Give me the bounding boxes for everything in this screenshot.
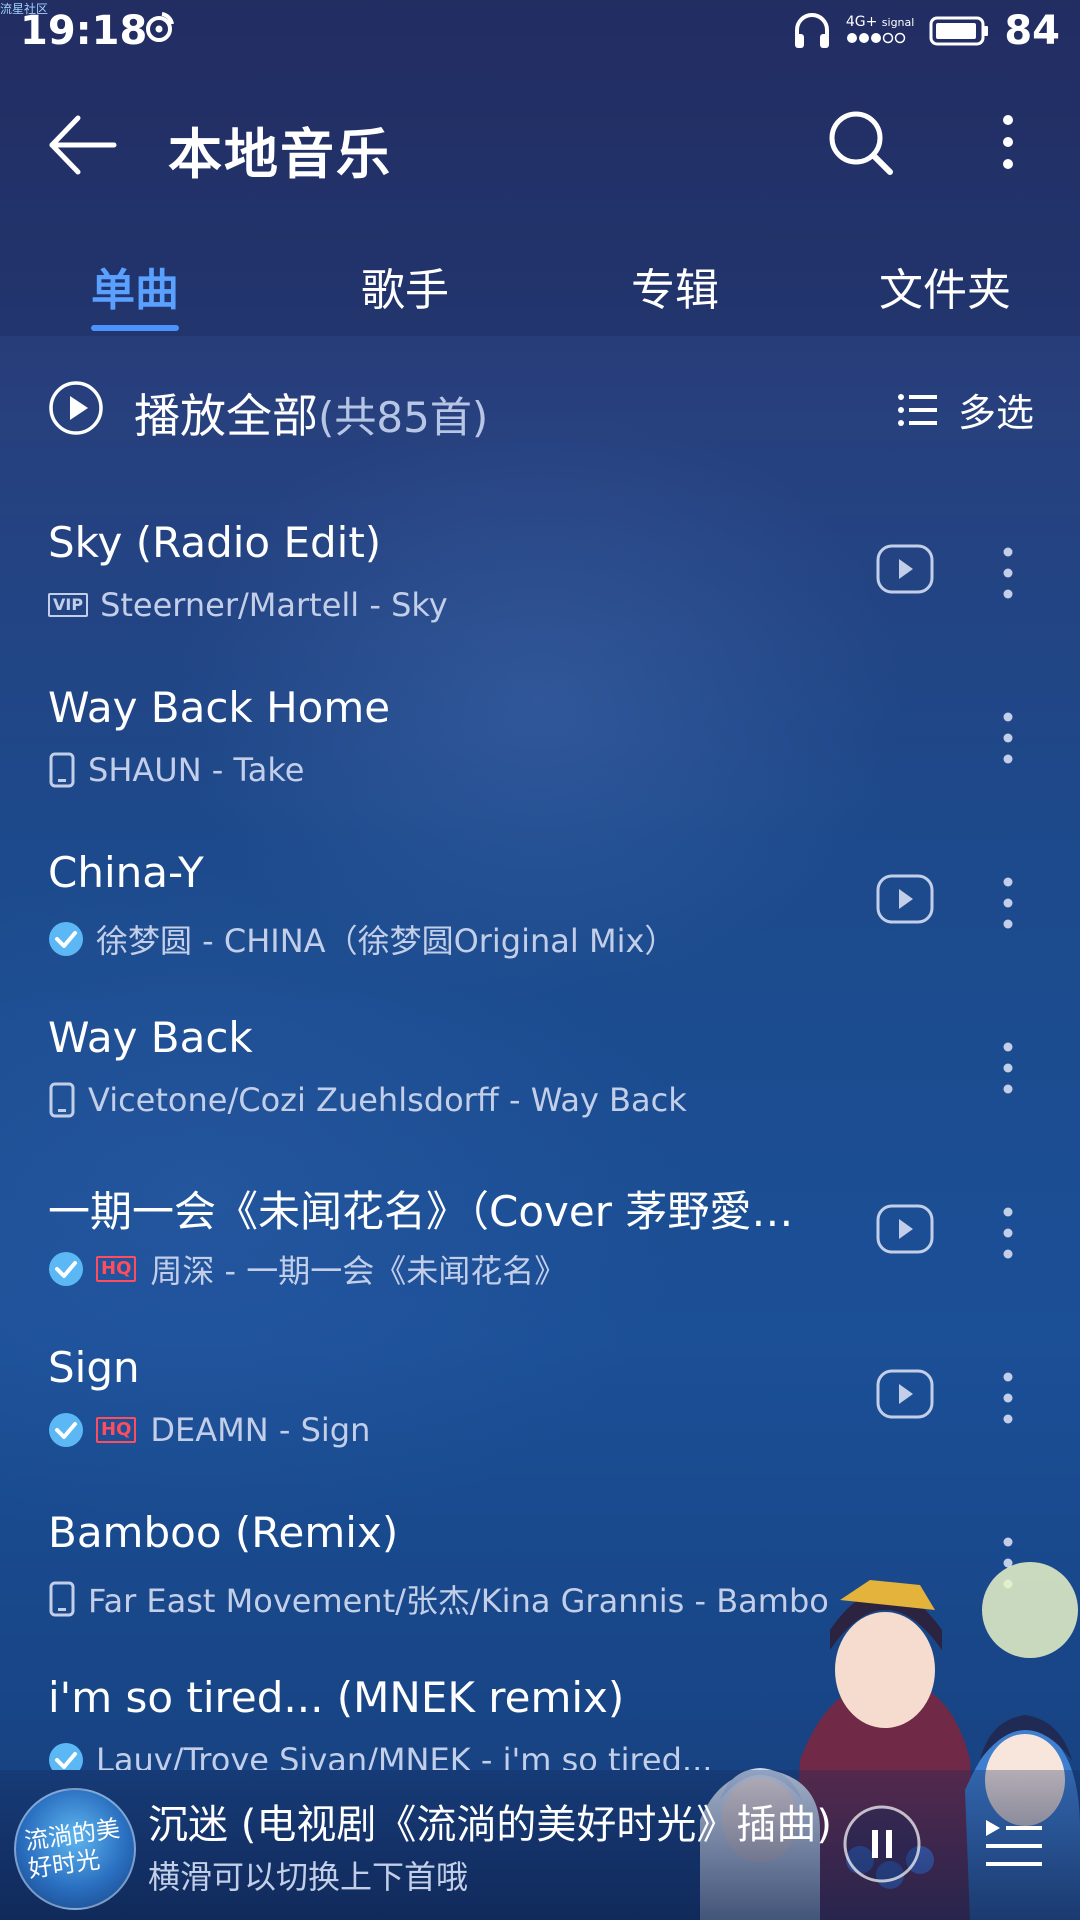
song-meta: Lauv/Troye Sivan/MNEK - i'm so tired...: [48, 1741, 712, 1770]
headphones-icon: [794, 13, 829, 48]
tab-folders[interactable]: 文件夹: [810, 240, 1080, 336]
song-subtitle: Lauv/Troye Sivan/MNEK - i'm so tired...: [96, 1741, 713, 1770]
song-meta: 徐梦圆 - CHINA（徐梦圆Original Mix）: [48, 916, 676, 962]
album-cover[interactable]: 流淌的美好时光: [14, 1788, 136, 1910]
song-row[interactable]: Way Back Home SHAUN - Take: [0, 683, 1080, 848]
play-all-row[interactable]: 播放全部(共85首) 多选: [0, 360, 1080, 460]
song-more-icon[interactable]: [996, 711, 1020, 765]
list-icon: [898, 393, 937, 426]
signal-dots-icon: [846, 32, 906, 43]
signal-label: signal: [881, 15, 915, 29]
hq-badge: HQ: [96, 1256, 137, 1282]
song-meta: HQ DEAMN - Sign: [48, 1411, 370, 1449]
more-vertical-icon: [1003, 115, 1013, 169]
song-more-icon[interactable]: [996, 1041, 1020, 1095]
song-more-icon[interactable]: [996, 1206, 1020, 1260]
hq-badge: HQ: [96, 1417, 137, 1443]
status-bar: 19:18 4G+ signal 84: [0, 0, 1080, 66]
song-row[interactable]: China-Y 徐梦圆 - CHINA（徐梦圆Original Mix）: [0, 848, 1080, 1013]
battery-percent: 84: [1004, 8, 1060, 54]
multi-select-label: 多选: [958, 391, 1035, 435]
song-meta: SHAUN - Take: [48, 751, 304, 789]
downloaded-check-icon: [49, 1413, 83, 1447]
song-subtitle: DEAMN - Sign: [150, 1411, 371, 1449]
song-subtitle: 周深 - 一期一会《未闻花名》: [150, 1252, 567, 1290]
page-title: 本地音乐: [168, 123, 392, 186]
song-title: Way Back Home: [48, 683, 391, 732]
back-button[interactable]: [44, 112, 124, 178]
tab-bar: 单曲 歌手 专辑 文件夹: [0, 240, 1080, 336]
play-all-icon: [49, 381, 103, 435]
song-meta: Vicetone/Cozi Zuehlsdorff - Way Back: [48, 1081, 687, 1119]
song-title: Way Back: [48, 1013, 253, 1062]
search-icon: [829, 111, 893, 175]
playlist-queue-icon[interactable]: [982, 1814, 1044, 1874]
song-meta: VIP Steerner/Martell - Sky: [48, 586, 448, 624]
multi-select-button[interactable]: 多选: [898, 382, 1034, 437]
song-subtitle: Steerner/Martell - Sky: [100, 586, 448, 624]
song-more-icon[interactable]: [996, 1371, 1020, 1425]
mv-play-icon[interactable]: [876, 1204, 934, 1254]
app-header: 本地音乐: [0, 90, 1080, 200]
mv-play-icon[interactable]: [876, 1369, 934, 1419]
tab-songs[interactable]: 单曲: [0, 240, 270, 336]
mv-play-icon[interactable]: [876, 874, 934, 924]
song-title: China-Y: [48, 848, 204, 897]
phone-icon: [49, 752, 75, 788]
back-arrow-icon: [49, 115, 117, 175]
more-options-button[interactable]: [990, 112, 1026, 178]
mv-play-icon[interactable]: [876, 544, 934, 594]
phone-icon: [49, 1581, 75, 1617]
battery-icon: [929, 16, 989, 46]
tab-label: 文件夹: [879, 265, 1011, 316]
downloaded-check-icon: [49, 1252, 83, 1286]
song-row[interactable]: Way Back Vicetone/Cozi Zuehlsdorff - Way…: [0, 1013, 1080, 1178]
play-all-label: 播放全部(共85首): [134, 380, 488, 446]
status-time: 19:18: [20, 8, 148, 54]
tab-label: 专辑: [631, 265, 719, 316]
network-type: 4G+: [845, 13, 878, 30]
status-right: 4G+ signal 84: [792, 8, 1060, 54]
mini-player[interactable]: 流淌的美好时光 沉迷 (电视剧《流淌的美好时光》插曲) 横滑可以切换上下首哦: [0, 1770, 1080, 1920]
song-row[interactable]: 一期一会《未闻花名》（Cover 茅野愛… HQ 周深 - 一期一会《未闻花名》: [0, 1178, 1080, 1343]
song-title: i'm so tired... (MNEK remix): [48, 1673, 625, 1722]
tab-label: 歌手: [361, 265, 449, 316]
song-row[interactable]: Sky (Radio Edit) VIP Steerner/Martell - …: [0, 518, 1080, 683]
swipe-hint: 横滑可以切换上下首哦: [148, 1858, 469, 1896]
song-count: (共85首): [318, 393, 489, 442]
song-subtitle: 徐梦圆 - CHINA（徐梦圆Original Mix）: [96, 922, 677, 960]
song-more-icon[interactable]: [996, 546, 1020, 600]
song-meta: HQ 周深 - 一期一会《未闻花名》: [48, 1246, 566, 1292]
song-title: 一期一会《未闻花名》（Cover 茅野愛…: [48, 1187, 794, 1236]
tab-albums[interactable]: 专辑: [540, 240, 810, 336]
network-indicator: 4G+ signal: [845, 13, 915, 49]
song-subtitle: SHAUN - Take: [88, 751, 305, 789]
play-all-text: 播放全部: [134, 389, 318, 443]
song-row[interactable]: Sign HQ DEAMN - Sign: [0, 1343, 1080, 1508]
tab-label: 单曲: [91, 265, 179, 316]
weibo-notification-icon: [142, 10, 176, 48]
tab-artists[interactable]: 歌手: [270, 240, 540, 336]
phone-icon: [49, 1082, 75, 1118]
search-button[interactable]: [826, 108, 896, 178]
downloaded-check-icon: [49, 1743, 83, 1770]
song-title: Sky (Radio Edit): [48, 518, 382, 567]
now-playing-title: 沉迷 (电视剧《流淌的美好时光》插曲): [148, 1802, 832, 1848]
album-cover-text: 流淌的美好时光: [22, 1814, 122, 1884]
pause-button[interactable]: [842, 1804, 922, 1884]
vip-badge: VIP: [48, 593, 89, 617]
song-title: Sign: [48, 1343, 140, 1392]
song-title: Bamboo (Remix): [48, 1508, 399, 1557]
song-subtitle: Vicetone/Cozi Zuehlsdorff - Way Back: [88, 1081, 687, 1119]
downloaded-check-icon: [49, 922, 83, 956]
song-more-icon[interactable]: [996, 876, 1020, 930]
active-tab-indicator: [91, 325, 179, 331]
